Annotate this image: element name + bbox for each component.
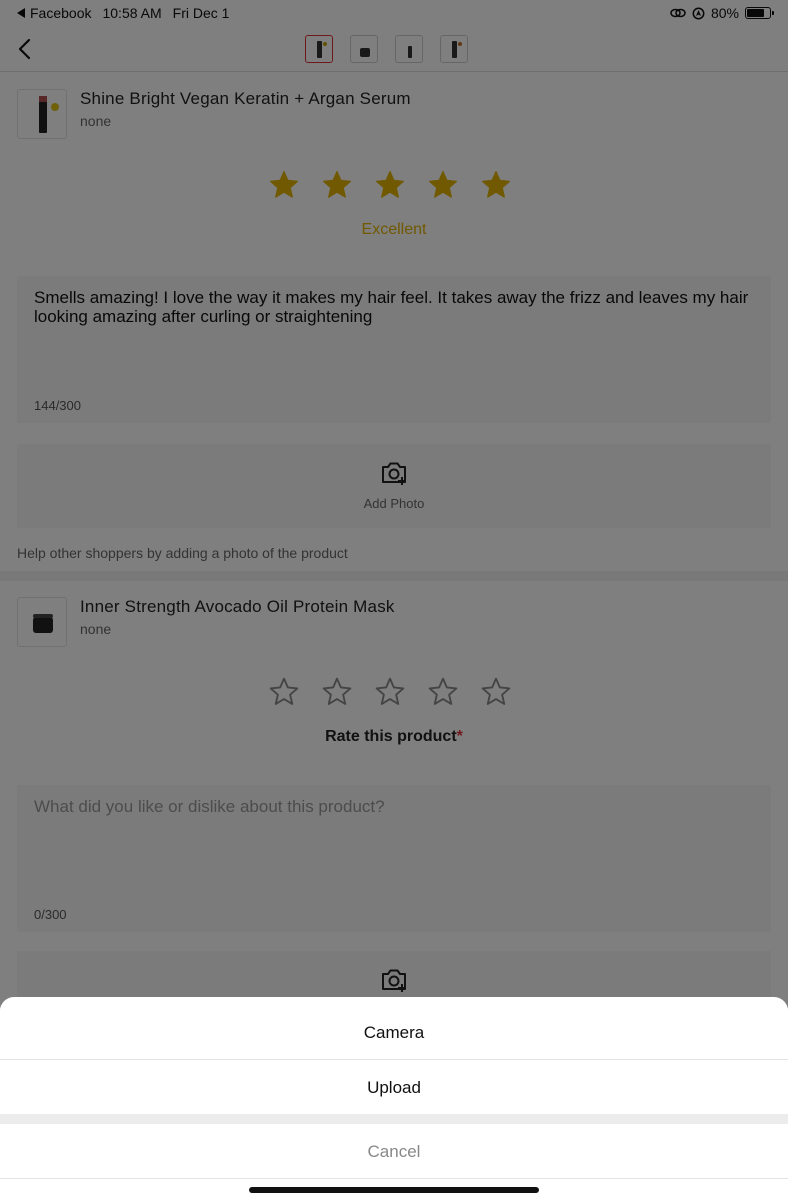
photo-action-sheet: Camera Upload Cancel bbox=[0, 997, 788, 1200]
camera-button[interactable]: Camera bbox=[0, 1005, 788, 1060]
cancel-button[interactable]: Cancel bbox=[0, 1124, 788, 1179]
sheet-separator bbox=[0, 1178, 788, 1179]
sheet-gap bbox=[0, 1114, 788, 1124]
review-page: Facebook 10:58 AM Fri Dec 1 80% Shine B bbox=[0, 0, 788, 1200]
upload-button[interactable]: Upload bbox=[0, 1060, 788, 1115]
home-indicator bbox=[249, 1187, 539, 1193]
